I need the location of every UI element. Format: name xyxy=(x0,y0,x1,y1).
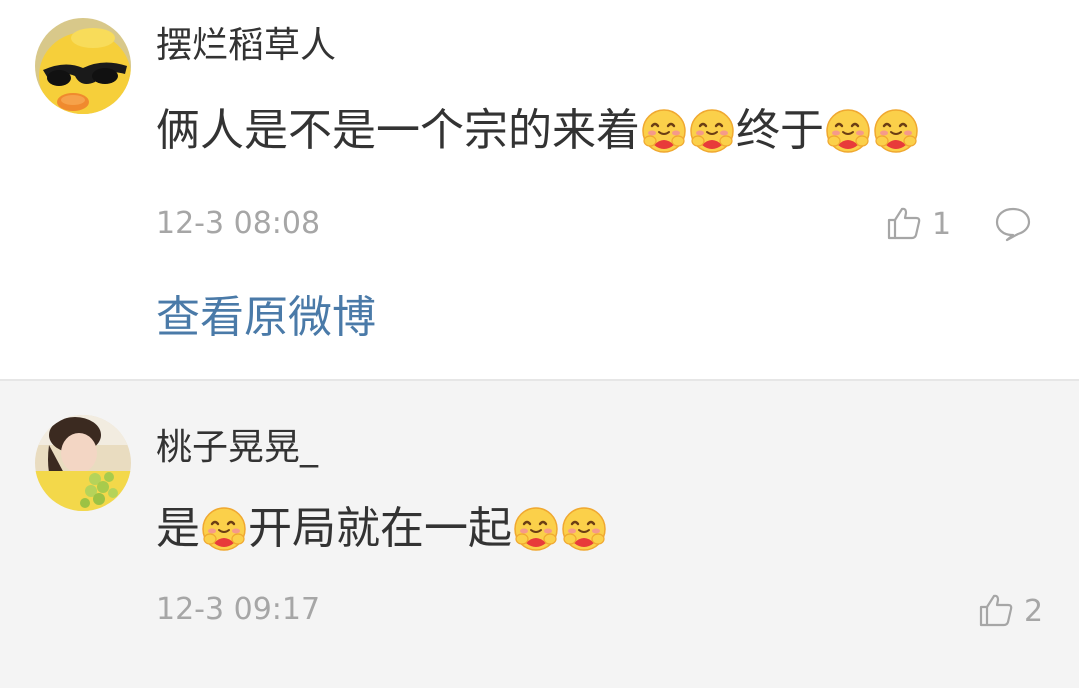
comment-text-part: 终于 xyxy=(736,105,824,156)
like-count: 1 xyxy=(932,207,952,242)
username[interactable]: 摆烂稻草人 xyxy=(156,24,336,68)
hugging-face-emoji-icon xyxy=(872,107,920,155)
like-button[interactable]: 1 xyxy=(886,205,951,245)
comment-text: 俩人是不是一个宗的来着 终于 xyxy=(156,103,920,159)
thumbs-up-icon xyxy=(978,592,1014,632)
avatar[interactable] xyxy=(35,415,131,511)
comment-text-part: 开局就在一起 xyxy=(248,503,512,554)
thumbs-up-icon xyxy=(886,205,922,245)
comment-text-part: 俩人是不是一个宗的来着 xyxy=(156,105,640,156)
comment-text-part: 是 xyxy=(156,503,200,554)
comment-text: 是 开局就在一起 xyxy=(156,501,608,557)
like-count: 2 xyxy=(1024,594,1044,629)
avatar[interactable] xyxy=(35,18,131,114)
hugging-face-emoji-icon xyxy=(688,107,736,155)
hugging-face-emoji-icon xyxy=(640,107,688,155)
username[interactable]: 桃子晃晃_ xyxy=(156,426,318,470)
timestamp: 12-3 09:17 xyxy=(156,592,321,627)
comment-item: 桃子晃晃_ 是 开局就在一起 12-3 09:17 2 xyxy=(0,381,1079,688)
comment-bubble-icon[interactable] xyxy=(994,206,1032,246)
timestamp: 12-3 08:08 xyxy=(156,206,321,241)
hugging-face-emoji-icon xyxy=(560,505,608,553)
hugging-face-emoji-icon xyxy=(512,505,560,553)
comment-item: 摆烂稻草人 俩人是不是一个宗的来着 终于 12-3 08:08 1 查看原微博 xyxy=(0,0,1079,379)
hugging-face-emoji-icon xyxy=(824,107,872,155)
hugging-face-emoji-icon xyxy=(200,505,248,553)
view-original-link[interactable]: 查看原微博 xyxy=(156,292,376,344)
like-button[interactable]: 2 xyxy=(978,592,1043,632)
